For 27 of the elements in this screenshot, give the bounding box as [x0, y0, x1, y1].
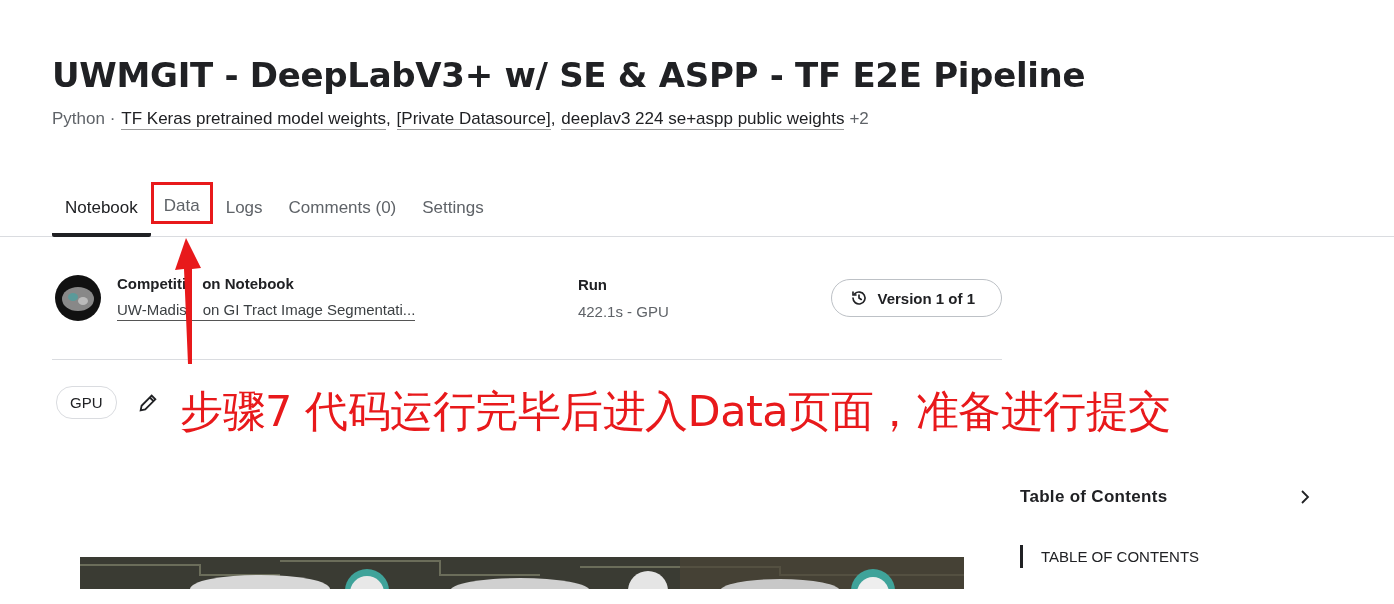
toc-item[interactable]: TABLE OF CONTENTS	[1020, 545, 1316, 568]
competition-link[interactable]: UW-Madis	[117, 301, 187, 318]
comma: ,	[550, 109, 556, 129]
source-heading: on Notebook	[202, 275, 294, 292]
tab[interactable]: Notebook	[52, 186, 151, 237]
tab[interactable]: Settings	[409, 186, 497, 237]
history-icon	[850, 289, 869, 307]
run-heading: Run	[577, 276, 609, 293]
chevron-right-icon[interactable]	[1298, 490, 1312, 504]
version-button[interactable]: Version 1 of 1	[831, 279, 1002, 317]
accelerator-chip: GPU	[56, 386, 117, 419]
toc-title: Table of Contents	[1020, 487, 1168, 507]
datasource-link[interactable]: TF Keras pretrained model weights	[121, 109, 386, 130]
datasource-link[interactable]: deeplav3 224 se+aspp public weights	[561, 109, 845, 130]
language-label: Python ·	[52, 109, 116, 129]
run-time: 422.1s - GPU	[577, 303, 670, 320]
datasource-link[interactable]: [Private Datasource]	[396, 109, 551, 130]
more-count[interactable]: +2	[849, 109, 869, 129]
annotation-text: 步骤7 代码运行完毕后进入Data页面，准备进行提交	[180, 385, 1171, 438]
tab[interactable]: Comments (0)	[275, 186, 410, 237]
tab[interactable]: Data	[150, 182, 213, 224]
comma: ,	[385, 109, 391, 129]
source-heading: Competiti	[117, 275, 187, 292]
notebook-title: UWMGIT - DeepLabV3+ w/ SE & ASPP - TF E2E Pipeline	[51, 54, 1087, 97]
competition-thumbnail-icon	[55, 275, 101, 321]
tab[interactable]: Logs	[212, 186, 276, 237]
competition-link[interactable]: on GI Tract Image Segmentati...	[202, 301, 416, 318]
